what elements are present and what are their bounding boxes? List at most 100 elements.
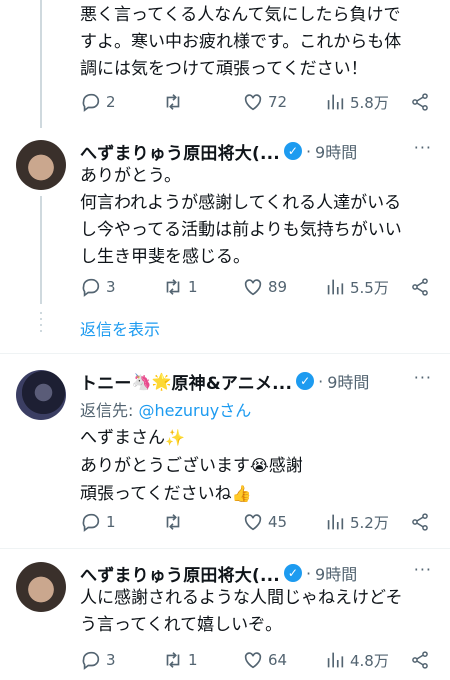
reply-handle-link[interactable]: @hezuruyさん xyxy=(138,401,251,420)
tweet-header: トニー 🦄 🌟 原神&アニメ... ✓ · 9時間 ··· xyxy=(80,368,440,394)
views-count: 5.5万 xyxy=(350,278,389,297)
time-separator: · xyxy=(305,141,312,161)
reply-icon xyxy=(82,93,100,112)
like-icon xyxy=(244,279,262,296)
share-icon xyxy=(412,513,428,531)
thread-dots xyxy=(40,312,42,332)
avatar-image xyxy=(16,370,66,420)
share-button[interactable] xyxy=(410,650,430,670)
thumbs-up-emoji: 👍 xyxy=(231,484,252,503)
views-button[interactable]: 5.8万 xyxy=(324,91,410,113)
tweet-text: ありがとう。 何言われようが感謝してくれる人達がいる し今やってる活動は前よりも… xyxy=(80,166,402,267)
retweet-button[interactable] xyxy=(162,91,242,113)
show-replies-link[interactable]: 返信を表示 xyxy=(80,316,160,340)
reply-icon xyxy=(82,651,100,670)
views-count: 4.8万 xyxy=(350,651,389,670)
views-button[interactable]: 5.5万 xyxy=(324,276,410,298)
share-button[interactable] xyxy=(410,277,430,297)
tweet-header: へずまりゅう原田将大(... ✓ · 9時間 ··· xyxy=(80,560,440,586)
like-icon xyxy=(244,94,262,111)
like-button[interactable]: 64 xyxy=(242,649,324,671)
like-count: 72 xyxy=(268,93,288,111)
views-count: 5.2万 xyxy=(350,513,389,532)
avatar[interactable] xyxy=(16,370,66,420)
reply-button[interactable]: 3 xyxy=(80,649,162,671)
like-count: 89 xyxy=(268,278,288,296)
tweet-time[interactable]: 9時間 xyxy=(315,139,357,163)
tweet-text: 人に感謝されるような人間じゃねえけどそ う言ってくれて嬉しいぞ。 xyxy=(80,588,403,635)
retweet-icon xyxy=(166,94,180,110)
share-button[interactable] xyxy=(410,92,430,112)
author-name[interactable]: へずまりゅう原田将大(... xyxy=(80,139,280,164)
retweet-button[interactable]: 1 xyxy=(162,649,242,671)
tweet-actions: 1 45 5.2万 xyxy=(80,510,436,534)
author-name[interactable]: トニー xyxy=(80,369,132,394)
retweet-icon xyxy=(166,279,180,295)
avatar[interactable] xyxy=(16,140,66,190)
divider xyxy=(0,548,450,549)
author-name-rest[interactable]: 原神&アニメ... xyxy=(171,369,292,394)
views-icon xyxy=(327,94,344,110)
views-count: 5.8万 xyxy=(350,93,389,112)
views-icon xyxy=(327,652,344,668)
tweet-time[interactable]: 9時間 xyxy=(315,561,357,585)
like-button[interactable]: 89 xyxy=(242,276,324,298)
reply-to-label: 返信先: @hezuruyさん xyxy=(80,401,252,420)
divider xyxy=(0,353,450,354)
unicorn-emoji: 🦄 xyxy=(131,371,152,391)
share-button[interactable] xyxy=(410,512,430,532)
reply-button[interactable]: 1 xyxy=(80,511,162,533)
tweet-text: へずまさん✨ ありがとうございます😭感謝 頑張ってくださいね👍 xyxy=(80,424,436,508)
reply-icon xyxy=(82,513,100,532)
share-icon xyxy=(412,93,428,111)
retweet-button[interactable]: 1 xyxy=(162,276,242,298)
reply-count: 2 xyxy=(106,93,116,111)
tweet-text: 悪く言ってくる人なんて気にしたら負けで すよ。寒い中お疲れ様です。これからも体 … xyxy=(80,5,402,79)
reply-icon xyxy=(82,278,100,297)
avatar-image xyxy=(16,140,66,190)
verified-badge-icon: ✓ xyxy=(296,372,315,390)
crying-emoji: 😭 xyxy=(250,456,269,475)
retweet-count: 1 xyxy=(188,278,198,296)
share-icon xyxy=(412,278,428,296)
tweet-actions: 3 1 64 4.8万 xyxy=(80,648,436,672)
views-icon xyxy=(327,514,344,530)
tweet-header: へずまりゅう原田将大(... ✓ · 9時間 ··· xyxy=(80,138,440,164)
more-icon[interactable]: ··· xyxy=(414,138,432,157)
reply-button[interactable]: 3 xyxy=(80,276,162,298)
verified-badge-icon: ✓ xyxy=(283,142,302,160)
like-button[interactable]: 72 xyxy=(242,91,324,113)
like-count: 45 xyxy=(268,513,288,531)
reply-count: 1 xyxy=(106,513,116,531)
like-icon xyxy=(244,514,262,531)
retweet-icon xyxy=(166,652,180,668)
share-icon xyxy=(412,651,428,669)
reply-button[interactable]: 2 xyxy=(80,91,162,113)
time-separator: · xyxy=(318,371,324,391)
retweet-count: 1 xyxy=(188,651,198,669)
retweet-icon xyxy=(166,514,180,530)
avatar[interactable] xyxy=(16,562,66,612)
time-separator: · xyxy=(305,563,312,583)
more-icon[interactable]: ··· xyxy=(414,368,432,387)
like-icon xyxy=(244,652,262,669)
tweet-time[interactable]: 9時間 xyxy=(327,369,369,393)
sparkles-emoji: ✨ xyxy=(165,428,185,447)
views-button[interactable]: 5.2万 xyxy=(324,511,410,533)
avatar-image xyxy=(16,562,66,612)
author-name[interactable]: へずまりゅう原田将大(... xyxy=(80,561,280,586)
retweet-button[interactable] xyxy=(162,511,242,533)
tweet-actions: 3 1 89 5.5万 xyxy=(80,275,436,299)
reply-count: 3 xyxy=(106,278,116,296)
views-button[interactable]: 4.8万 xyxy=(324,649,410,671)
reply-count: 3 xyxy=(106,651,116,669)
views-icon xyxy=(327,279,344,295)
verified-badge-icon: ✓ xyxy=(283,564,302,582)
like-button[interactable]: 45 xyxy=(242,511,324,533)
thread-line xyxy=(40,196,42,304)
thread-line xyxy=(40,0,42,128)
star-emoji: 🌟 xyxy=(151,371,172,391)
more-icon[interactable]: ··· xyxy=(414,560,432,579)
tweet-actions: 2 72 5.8万 xyxy=(80,90,436,114)
like-count: 64 xyxy=(268,651,288,669)
